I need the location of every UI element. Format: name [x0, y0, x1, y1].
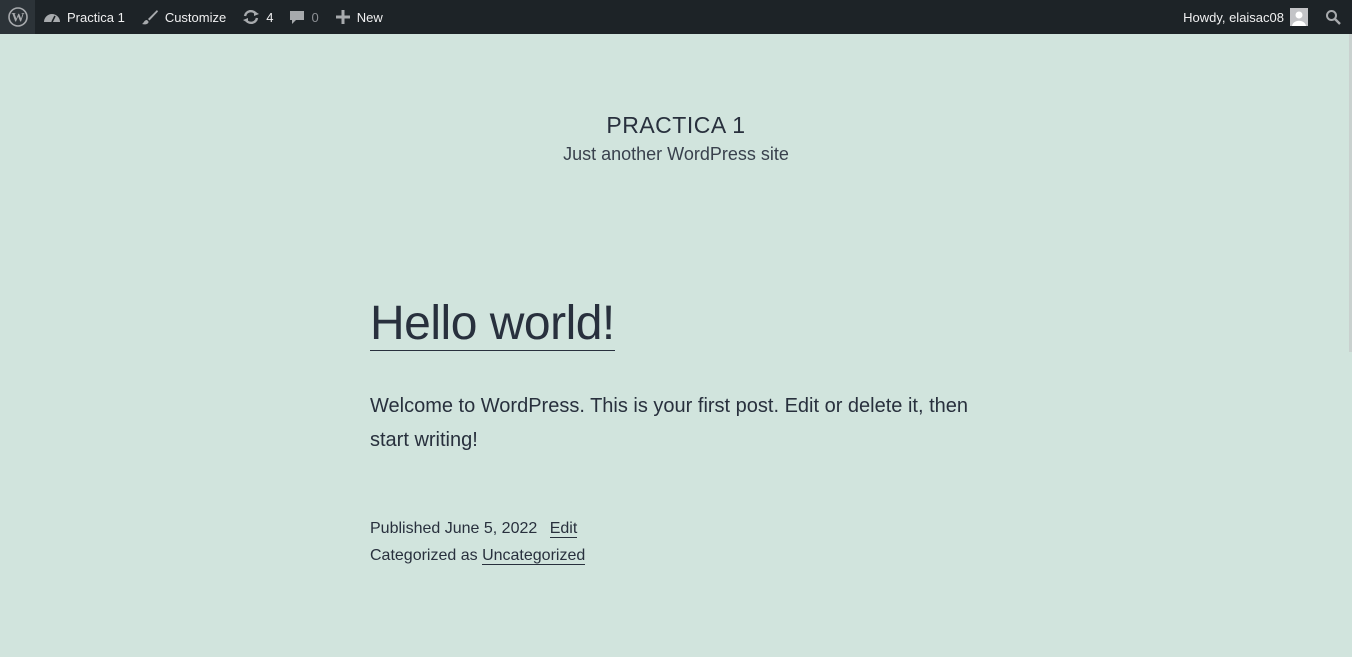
post: Hello world! Welcome to WordPress. This …	[370, 298, 990, 569]
edit-post-link[interactable]: Edit	[549, 520, 578, 538]
category-link[interactable]: Uncategorized	[482, 547, 586, 565]
search-menu[interactable]	[1316, 0, 1352, 34]
search-icon	[1325, 9, 1341, 25]
post-date: June 5, 2022	[444, 520, 538, 537]
updates-menu[interactable]: 4	[234, 0, 281, 34]
comments-menu[interactable]: 0	[281, 0, 326, 34]
wordpress-logo-icon: W	[7, 7, 28, 27]
wordpress-logo-menu[interactable]: W	[0, 0, 35, 34]
site-name-menu[interactable]: Practica 1	[35, 0, 133, 34]
post-content: Welcome to WordPress. This is your first…	[370, 395, 969, 451]
post-title-link[interactable]: Hello world!	[370, 298, 615, 351]
comments-count: 0	[311, 9, 319, 25]
cat-links: Categorized as Uncategorized	[370, 542, 990, 569]
customize-label: Customize	[164, 9, 227, 25]
dashboard-icon	[43, 10, 61, 24]
site-title[interactable]: PRACTICA 1	[0, 112, 1352, 139]
admin-bar-right: Howdy, elaisac08	[1175, 0, 1352, 34]
updates-count: 4	[266, 9, 274, 25]
post-meta: Published June 5, 2022 Edit Categorized …	[370, 515, 990, 569]
my-account-menu[interactable]: Howdy, elaisac08	[1175, 0, 1316, 34]
new-label: New	[356, 9, 383, 25]
site-description: Just another WordPress site	[563, 144, 789, 164]
categorized-label: Categorized as	[370, 547, 478, 564]
site-name-label: Practica 1	[67, 9, 125, 25]
new-content-menu[interactable]: New	[327, 0, 391, 34]
posted-on: Published June 5, 2022 Edit	[370, 515, 990, 542]
customize-menu[interactable]: Customize	[133, 0, 234, 34]
comment-icon	[289, 9, 305, 25]
published-label: Published	[370, 520, 441, 537]
howdy-label: Howdy, elaisac08	[1183, 9, 1284, 25]
site-header: PRACTICA 1 Just another WordPress site	[0, 112, 1352, 165]
plus-icon	[335, 9, 351, 25]
updates-icon	[242, 9, 260, 25]
admin-bar-left: W Practica 1 Customize 4 0 New	[0, 0, 391, 34]
admin-bar: W Practica 1 Customize 4 0 New Howdy, el…	[0, 0, 1352, 34]
svg-text:W: W	[11, 10, 24, 25]
paintbrush-icon	[141, 8, 159, 26]
avatar	[1290, 8, 1308, 26]
